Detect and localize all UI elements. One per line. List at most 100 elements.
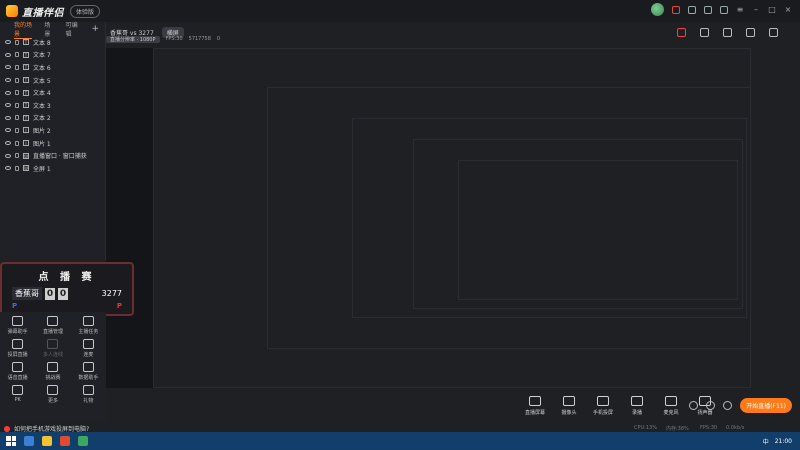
lock-icon[interactable] xyxy=(15,90,19,96)
eye-icon[interactable] xyxy=(5,166,11,171)
explorer-icon[interactable] xyxy=(42,436,52,446)
tool-icon xyxy=(47,362,59,372)
layer-item[interactable]: T 文本 3 xyxy=(0,99,105,112)
browser-icon[interactable] xyxy=(78,436,88,446)
lock-icon[interactable] xyxy=(15,77,19,83)
lock-icon[interactable] xyxy=(15,165,19,171)
tool-button[interactable]: 连麦 xyxy=(71,339,106,358)
source-button[interactable]: 录播 xyxy=(626,396,648,416)
score-digit-2: 0 xyxy=(58,287,68,300)
close-icon[interactable]: × xyxy=(784,5,792,14)
lock-icon[interactable] xyxy=(700,27,709,37)
eye-icon[interactable] xyxy=(5,90,11,95)
app-icon[interactable] xyxy=(60,436,70,446)
tool-button[interactable]: PK xyxy=(0,385,35,404)
layer-label: 文本 8 xyxy=(33,39,51,47)
tool-icon xyxy=(47,339,59,349)
tool-button[interactable]: 更多 xyxy=(35,385,70,404)
eye-icon[interactable] xyxy=(5,40,11,45)
layer-item[interactable]: T 文本 5 xyxy=(0,74,105,87)
lock-icon[interactable] xyxy=(15,102,19,108)
tool-button[interactable]: 挑战赛 xyxy=(35,362,70,381)
source-button[interactable]: 直播屏幕 xyxy=(524,396,546,416)
eye-icon[interactable] xyxy=(5,128,11,133)
tool-button[interactable]: 语音直播 xyxy=(0,362,35,381)
tool-label: 弹幕助手 xyxy=(7,329,28,335)
tool-button[interactable]: 投屏直播 xyxy=(0,339,35,358)
share-icon[interactable] xyxy=(769,27,778,37)
menu-icon[interactable]: ≡ xyxy=(736,5,744,14)
windows-start-icon[interactable] xyxy=(6,436,16,446)
source-button[interactable]: 摄像头 xyxy=(558,396,580,416)
tool-button[interactable]: 直播管理 xyxy=(35,316,70,335)
layer-item[interactable]: W 直播窗口 · 窗口捕获 xyxy=(0,149,105,162)
gift-icon[interactable] xyxy=(672,5,680,14)
layer-item[interactable]: T 文本 7 xyxy=(0,49,105,62)
clock[interactable]: 21:00 xyxy=(775,438,792,445)
tool-button[interactable]: 弹幕助手 xyxy=(0,316,35,335)
lock-icon[interactable] xyxy=(15,39,19,45)
tool-button[interactable]: 数据助手 xyxy=(71,362,106,381)
source-button[interactable]: 麦克风 xyxy=(660,396,682,416)
camera-icon[interactable] xyxy=(689,401,699,410)
eye-icon[interactable] xyxy=(5,141,11,146)
eye-icon[interactable] xyxy=(5,52,11,57)
record-icon[interactable] xyxy=(677,27,686,37)
start-live-button[interactable]: 开始直播(F11) xyxy=(740,398,792,413)
tool-button[interactable]: 主播任务 xyxy=(71,316,106,335)
source-label: 手机投屏 xyxy=(592,410,613,416)
lock-icon[interactable] xyxy=(15,140,19,146)
layer-label: 文本 7 xyxy=(33,52,51,60)
tab-scenes[interactable]: 场景 xyxy=(44,20,53,38)
scoreboard-overlay[interactable]: 点 播 赛 香蕉哥 0 0 3277 P P xyxy=(0,262,134,316)
home-icon[interactable] xyxy=(723,27,732,37)
notification-icon[interactable] xyxy=(746,27,755,37)
source-button[interactable]: 手机投屏 xyxy=(592,396,614,416)
lock-icon[interactable] xyxy=(15,64,19,70)
layer-item[interactable]: T 文本 4 xyxy=(0,86,105,99)
eye-icon[interactable] xyxy=(5,103,11,108)
layer-item[interactable]: T 文本 6 xyxy=(0,61,105,74)
tab-editable[interactable]: 可编辑 xyxy=(66,20,80,38)
tool-icon xyxy=(47,385,59,395)
avatar[interactable] xyxy=(651,3,664,16)
add-scene-icon[interactable]: + xyxy=(91,24,99,34)
settings-icon[interactable] xyxy=(704,5,712,14)
lock-icon[interactable] xyxy=(15,115,19,121)
bell-icon[interactable] xyxy=(720,5,728,14)
lang-indicator[interactable]: 中 xyxy=(763,437,769,446)
eye-icon[interactable] xyxy=(5,65,11,70)
layer-item[interactable]: W 全屏 1 xyxy=(0,162,105,175)
player1-mark: P xyxy=(12,302,18,310)
score-digit-1: 0 xyxy=(45,287,55,300)
tool-button[interactable]: 礼物 xyxy=(71,385,106,404)
share-icon[interactable] xyxy=(688,5,696,14)
source-icon xyxy=(529,396,541,406)
tool-button[interactable]: 多人连线 xyxy=(35,339,70,358)
maximize-icon[interactable]: □ xyxy=(768,5,776,14)
layer-type-icon: T xyxy=(23,114,29,121)
settings-icon[interactable] xyxy=(723,401,733,410)
tool-label: 主播任务 xyxy=(78,329,99,335)
layer-item[interactable]: T 文本 2 xyxy=(0,112,105,125)
resolution-select[interactable]: 直播分辨率 · 1080P xyxy=(106,35,160,43)
taskview-icon[interactable] xyxy=(24,436,34,446)
lock-icon[interactable] xyxy=(15,52,19,58)
eye-icon[interactable] xyxy=(5,78,11,83)
minimize-icon[interactable]: – xyxy=(752,5,760,14)
tool-label: 挑战赛 xyxy=(45,375,61,381)
tool-icon xyxy=(12,339,24,349)
lock-icon[interactable] xyxy=(15,153,19,159)
layer-item[interactable]: I 图片 1 xyxy=(0,137,105,150)
scoreboard-footer: P P xyxy=(12,302,122,310)
layer-item[interactable]: I 图片 2 xyxy=(0,124,105,137)
tool-label: 连麦 xyxy=(83,352,94,358)
tab-my-scenes[interactable]: 我的场景 xyxy=(14,20,33,39)
eye-icon[interactable] xyxy=(5,115,11,120)
lock-icon[interactable] xyxy=(15,127,19,133)
version-badge[interactable]: 体验版 xyxy=(70,4,101,18)
refresh-icon[interactable] xyxy=(706,401,716,410)
preview-canvas[interactable] xyxy=(106,48,751,388)
layer-type-icon: T xyxy=(23,39,29,46)
eye-icon[interactable] xyxy=(5,153,11,158)
